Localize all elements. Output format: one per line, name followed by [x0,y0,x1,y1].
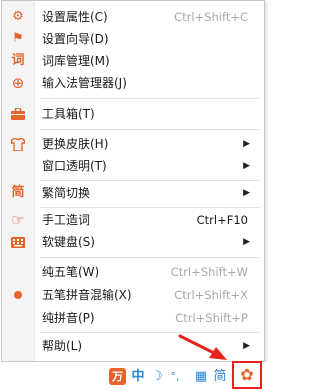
menu-item-shortcut: Ctrl+Shift+C [174,10,248,24]
settings-button[interactable]: ✿ [232,361,262,389]
menu-item-label: 软键盘(S) [42,235,95,249]
punctuation-toggle[interactable]: °, [168,369,182,385]
submenu-arrow-icon: ▶ [243,139,250,149]
submenu-arrow-icon: ▶ [243,161,250,171]
menu-item-help[interactable]: 帮助(L) ▶ [2,335,264,357]
ime-context-menu: ⚙ 设置属性(C) Ctrl+Shift+C ⚑ 设置向导(D) 词 词库管理(… [1,0,265,362]
menu-separator [40,257,260,258]
menu-separator [40,180,260,181]
soft-keyboard-icon [7,233,29,251]
gear-icon: ✿ [240,365,254,384]
submenu-arrow-icon: ▶ [243,341,250,351]
menu-item-label: 词库管理(M) [42,54,110,68]
menu-item-label: 设置向导(D) [42,32,109,46]
menu-item-manual-word[interactable]: ☞ 手工造词 Ctrl+F10 [2,209,264,231]
toolbox-icon [7,105,29,123]
menu-item-label: 更换皮肤(H) [42,137,109,151]
menu-item-window-transparency[interactable]: 窗口透明(T) ▶ [2,155,264,177]
ime-manager-icon: ⊕ [11,74,25,92]
menu-item-soft-keyboard[interactable]: 软键盘(S) ▶ [2,231,264,253]
menu-item-dictionary[interactable]: 词 词库管理(M) [2,50,264,72]
half-full-width-toggle[interactable]: ☽ [150,369,164,385]
menu-item-shortcut: Ctrl+Shift+X [174,288,248,302]
menu-item-label: 纯五笔(W) [42,265,100,279]
menu-separator [40,129,260,130]
menu-item-label: 窗口透明(T) [42,159,107,173]
menu-item-label: 设置属性(C) [42,10,108,24]
soft-keyboard-icon[interactable]: ▦ [193,369,209,385]
hand-pointer-icon: ☞ [11,211,25,229]
menu-item-ime-manager[interactable]: ⊕ 输入法管理器(J) [2,72,264,94]
menu-item-shortcut: Ctrl+F10 [196,213,248,227]
menu-item-label: 工具箱(T) [42,107,95,121]
chinese-english-mode-toggle[interactable]: 中 [130,369,146,385]
gear-icon: ⚙ [12,9,24,24]
submenu-arrow-icon: ▶ [243,237,250,247]
menu-item-change-skin[interactable]: 更换皮肤(H) ▶ [2,133,264,155]
menu-item-pure-wubi[interactable]: 纯五笔(W) Ctrl+Shift+W [2,261,264,283]
ime-status-bar: 万 中 ☽ °, ▦ 简 [0,362,268,391]
simplified-traditional-toggle[interactable]: 简 [212,369,228,385]
menu-item-wubi-pinyin-mixed[interactable]: 五笔拼音混输(X) Ctrl+Shift+X [2,284,264,306]
menu-item-pure-pinyin[interactable]: 纯拼音(P) Ctrl+Shift+P [2,307,264,329]
menu-item-shortcut: Ctrl+Shift+W [170,265,248,279]
menu-item-label: 纯拼音(P) [42,311,95,325]
selected-dot-icon [7,286,29,304]
menu-item-simplified-traditional[interactable]: 简 繁简切换 ▶ [2,182,264,204]
menu-separator [40,207,260,208]
menu-item-label: 繁简切换 [42,186,91,200]
simplified-traditional-icon: 简 [11,185,25,200]
menu-item-settings[interactable]: ⚙ 设置属性(C) Ctrl+Shift+C [2,6,264,28]
dictionary-icon: 词 [11,53,25,68]
menu-item-label: 输入法管理器(J) [42,76,127,90]
ime-logo-icon[interactable]: 万 [109,368,126,385]
flag-icon: ⚑ [12,31,24,46]
menu-separator [40,98,260,99]
menu-item-label: 帮助(L) [42,339,83,353]
menu-separator [40,332,260,333]
submenu-arrow-icon: ▶ [243,188,250,198]
menu-item-setup-wizard[interactable]: ⚑ 设置向导(D) [2,28,264,50]
menu-item-shortcut: Ctrl+Shift+P [175,311,248,325]
menu-item-toolbox[interactable]: 工具箱(T) [2,103,264,125]
menu-item-label: 手工造词 [42,213,91,227]
menu-item-label: 五笔拼音混输(X) [42,288,132,302]
skin-shirt-icon [7,135,29,153]
